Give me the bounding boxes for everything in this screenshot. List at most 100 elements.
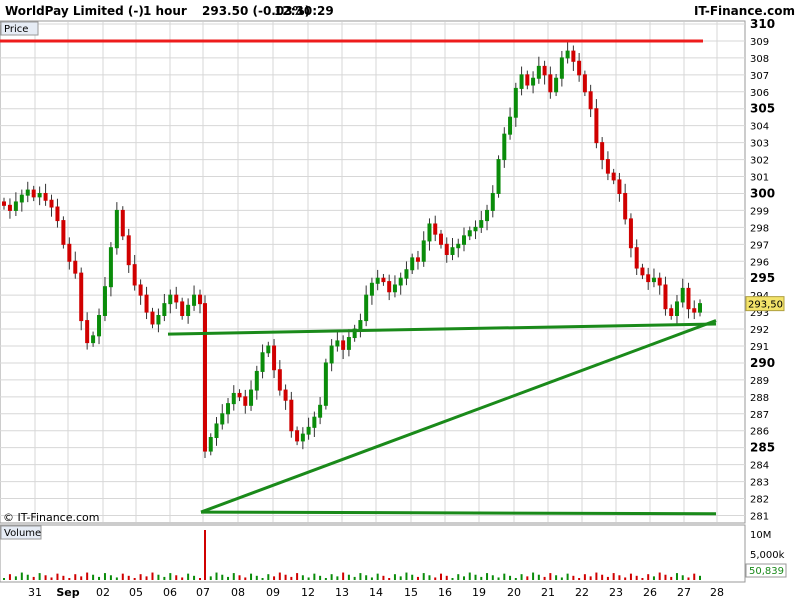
volume-bar — [204, 530, 206, 580]
candle-body — [398, 277, 403, 286]
volume-bar — [26, 574, 29, 580]
candle-body — [623, 192, 628, 220]
volume-bar — [405, 572, 408, 580]
volume-bar — [445, 575, 448, 580]
time-tick-label: 20 — [507, 586, 521, 599]
time-tick-label: 02 — [96, 586, 110, 599]
volume-bar — [313, 573, 316, 580]
watermark: © IT-Finance.com — [3, 511, 100, 524]
time-tick-label: 16 — [438, 586, 452, 599]
volume-bar — [451, 578, 454, 580]
volume-bar — [376, 573, 379, 580]
volume-bar — [572, 575, 575, 580]
volume-bar — [250, 573, 253, 580]
candle-body — [120, 209, 125, 237]
time-tick-label: 26 — [643, 586, 657, 599]
candle-body — [444, 243, 449, 255]
volume-bar — [670, 576, 673, 580]
volume-bar — [50, 577, 53, 580]
volume-bar — [227, 576, 230, 580]
time-tick-label: 07 — [196, 586, 210, 599]
candle-body — [427, 223, 432, 242]
candle-body — [582, 74, 587, 93]
volume-bar — [14, 576, 17, 580]
price-tick-label: 290 — [750, 356, 775, 370]
time-tick-label: 23 — [609, 586, 623, 599]
volume-bar — [145, 576, 148, 580]
candle-body — [226, 403, 231, 415]
candle-body — [404, 269, 409, 279]
volume-bar — [301, 575, 304, 580]
candle-body — [502, 133, 507, 161]
candle-body — [381, 277, 386, 283]
candle-body — [162, 303, 167, 316]
volume-bar — [44, 575, 47, 580]
price-tick-label: 296 — [750, 257, 769, 268]
candle-body — [559, 57, 564, 79]
candle-body — [617, 179, 622, 194]
candle-body — [525, 74, 530, 86]
volume-bar — [296, 573, 299, 580]
candle-body — [657, 277, 662, 286]
volume-bar — [641, 578, 644, 580]
candle-body — [260, 352, 265, 372]
time-tick-label: 13 — [335, 586, 349, 599]
candle-body — [410, 257, 415, 271]
candle-body — [341, 340, 346, 350]
candle-body — [61, 220, 66, 245]
candle-body — [102, 286, 107, 316]
volume-bar — [139, 574, 142, 580]
price-tick-label: 298 — [750, 223, 769, 234]
price-tick-label: 303 — [750, 139, 769, 150]
candle-body — [462, 235, 467, 245]
candle-body — [473, 226, 478, 232]
candle-body — [266, 345, 271, 354]
candle-body — [114, 209, 119, 249]
candle-body — [208, 437, 213, 452]
volume-bar — [278, 572, 281, 580]
time-tick-label: 08 — [231, 586, 245, 599]
volume-bar — [503, 573, 506, 580]
volume-bar — [555, 575, 558, 580]
price-tick-label: 292 — [750, 325, 769, 336]
time-tick-label: 28 — [710, 586, 724, 599]
volume-bar — [388, 578, 391, 580]
volume-bar — [157, 574, 160, 580]
candle-body — [628, 218, 633, 249]
candle-body — [249, 389, 254, 406]
candle-body — [318, 404, 323, 418]
candle-body — [387, 281, 392, 293]
time-tick-label: 06 — [163, 586, 177, 599]
candle-body — [548, 74, 553, 93]
candle-body — [496, 159, 501, 194]
price-tick-label: 305 — [750, 102, 775, 116]
volume-bar — [32, 576, 35, 580]
volume-bar — [330, 574, 333, 580]
candle-body — [73, 260, 78, 274]
volume-bar — [209, 576, 212, 580]
price-tick-label: 283 — [750, 478, 769, 489]
candle-body — [25, 189, 30, 196]
candle-body — [433, 223, 438, 235]
volume-bar — [359, 573, 362, 580]
price-tick-label: 284 — [750, 461, 769, 472]
candle-body — [156, 314, 161, 325]
candle-body — [13, 201, 18, 211]
price-tick-label: 302 — [750, 156, 769, 167]
volume-bar — [393, 574, 396, 580]
volume-bar — [509, 575, 512, 580]
volume-bar — [399, 576, 402, 580]
volume-bar — [38, 573, 41, 580]
volume-bar — [221, 574, 224, 580]
volume-bar — [537, 574, 540, 580]
volume-bar — [8, 574, 11, 580]
price-axis: 2812822832842852862872882892902912922932… — [745, 17, 785, 522]
candle-body — [600, 142, 605, 161]
candle-body — [97, 314, 102, 337]
volume-bar — [169, 573, 172, 580]
volume-bar — [109, 575, 112, 580]
candle-body — [174, 294, 179, 303]
candle-body — [364, 294, 369, 322]
candle-body — [467, 230, 472, 237]
volume-bar — [365, 575, 368, 580]
